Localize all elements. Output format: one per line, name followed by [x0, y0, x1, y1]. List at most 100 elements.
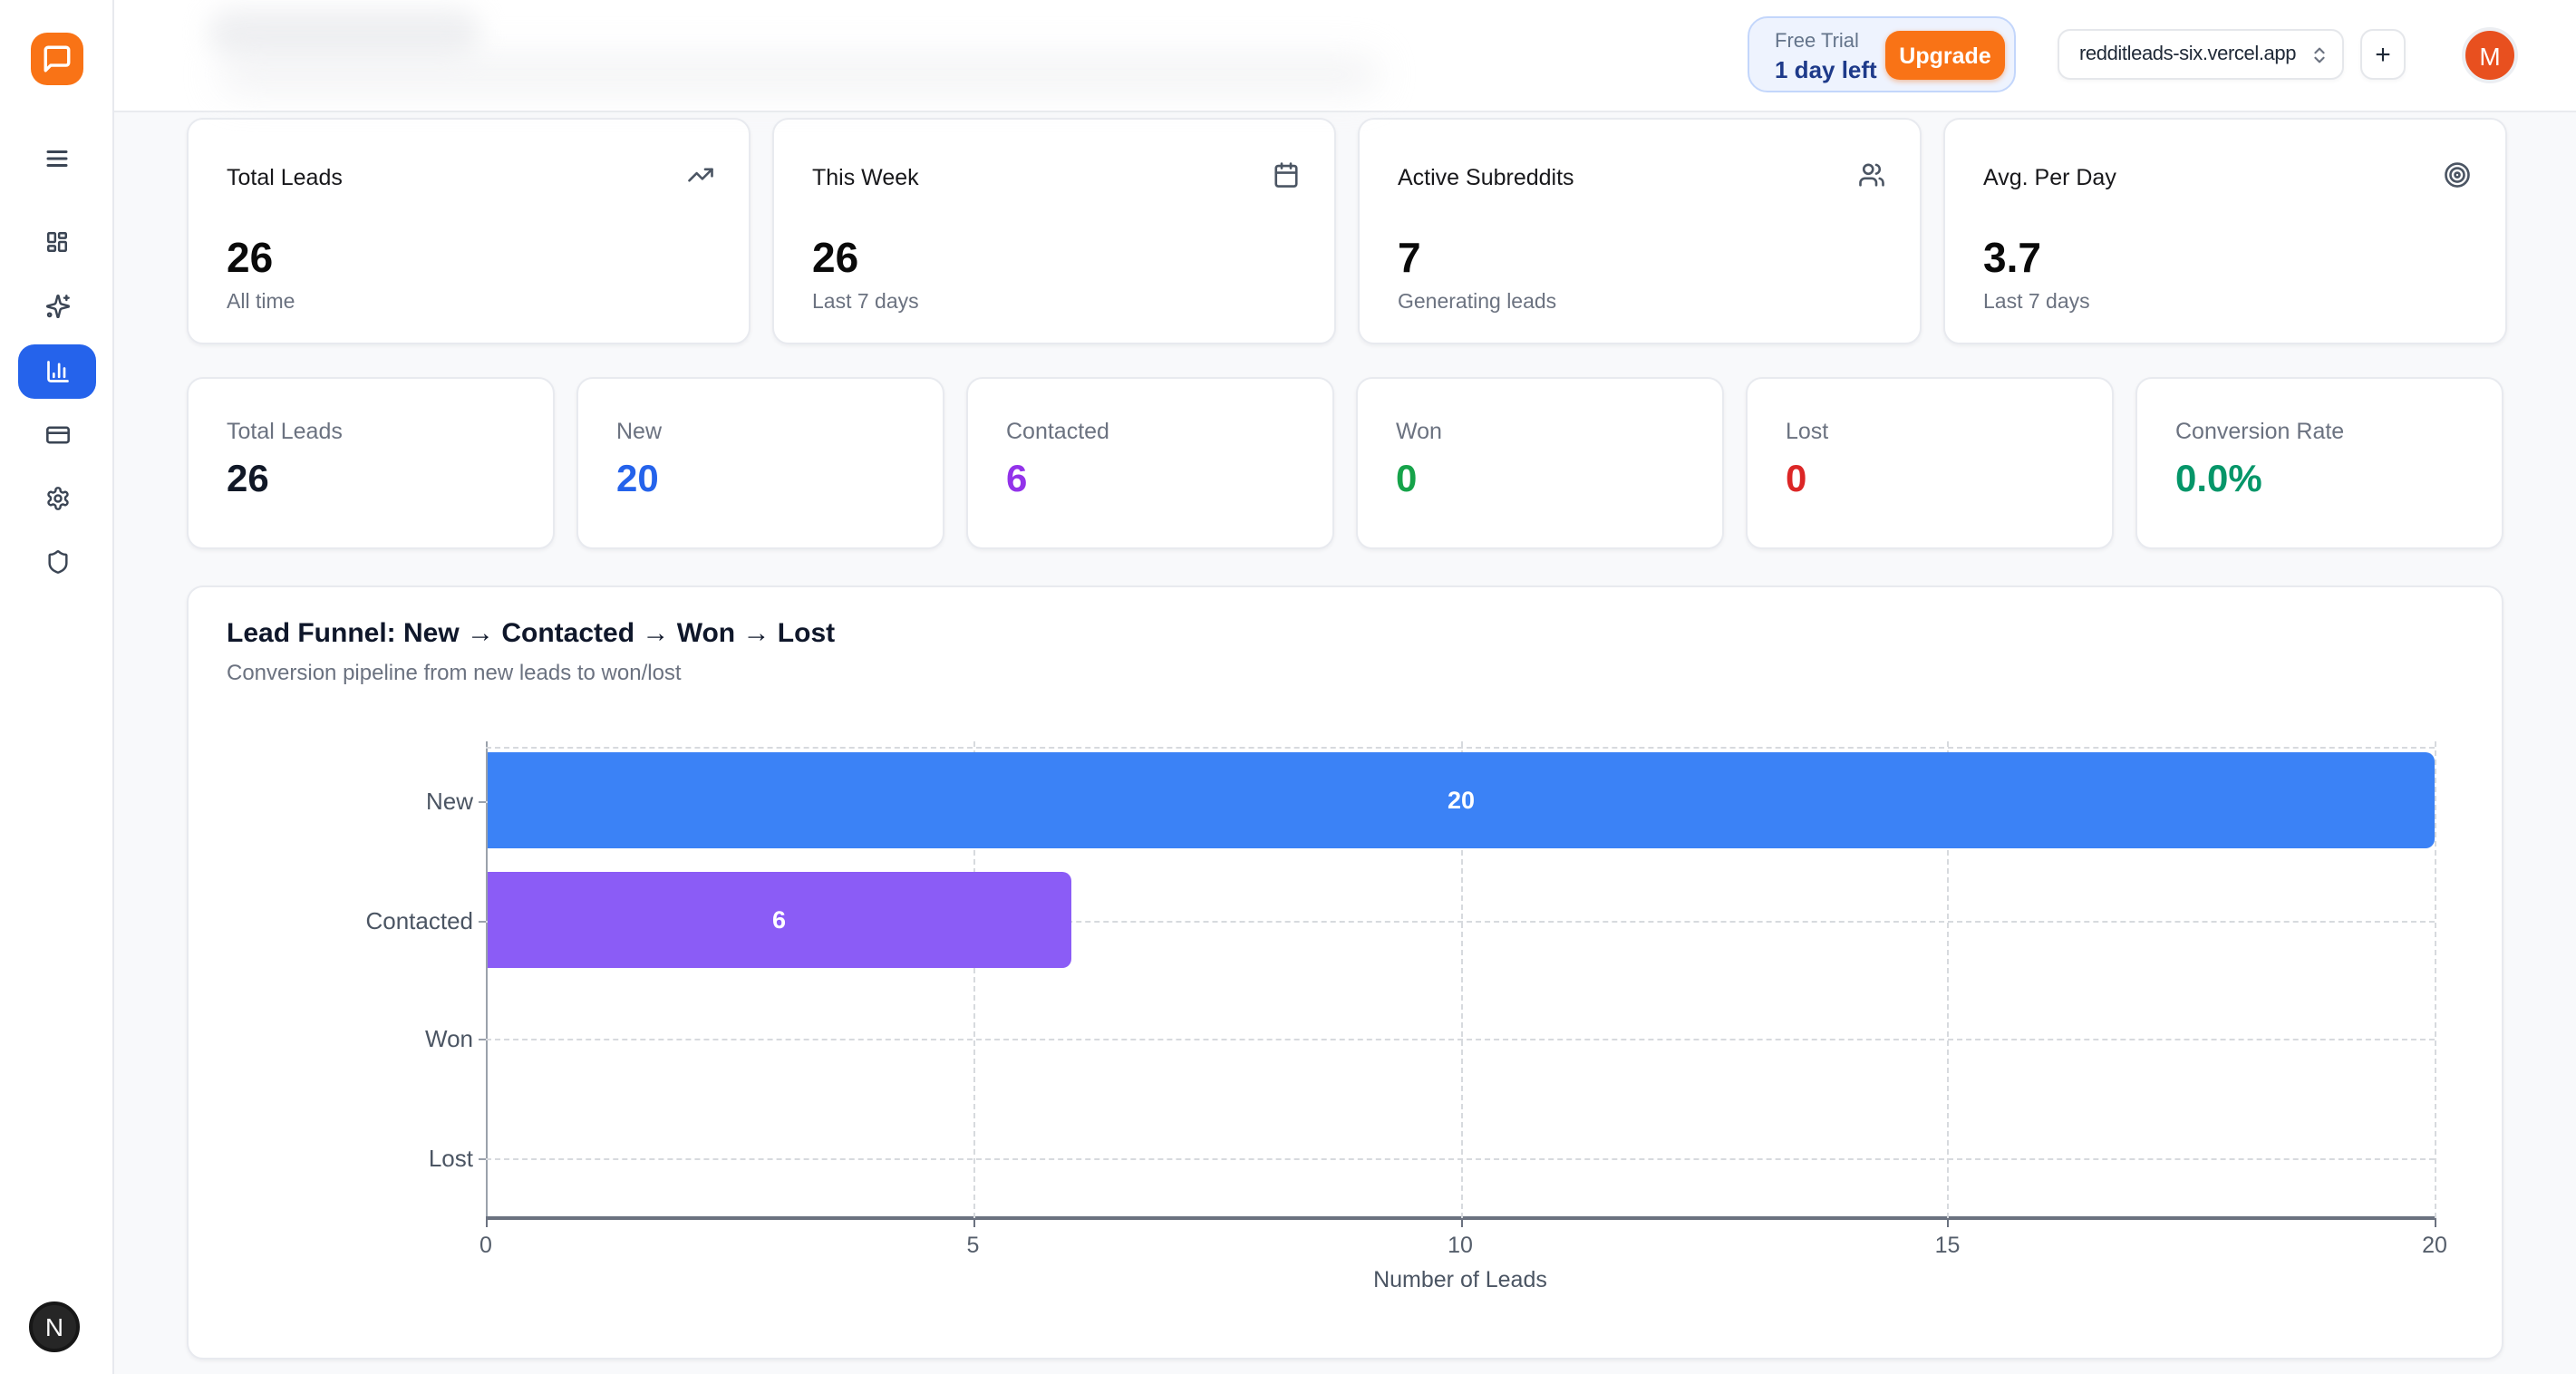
redacted-page-subtitle: [219, 56, 1380, 92]
x-axis-title: Number of Leads: [486, 1267, 2435, 1292]
mini-label: Won: [1396, 419, 1442, 444]
sidebar-item-leads[interactable]: [18, 279, 96, 334]
hamburger-icon: [44, 144, 71, 171]
mini-card-lost: Lost 0: [1746, 377, 2114, 549]
x-axis-tick-label: 0: [479, 1233, 492, 1258]
stat-value: 7: [1398, 234, 1421, 283]
message-square-icon: [42, 44, 73, 74]
pipeline-stats-row: Total Leads 26 New 20 Contacted 6 Won 0 …: [187, 377, 2503, 549]
sidebar-menu-toggle[interactable]: [18, 131, 96, 185]
mini-label: Contacted: [1006, 419, 1109, 444]
funnel-bar-new: 20: [488, 753, 2435, 849]
y-axis-label-new: New: [426, 788, 473, 815]
mini-value: 0: [1396, 459, 1417, 502]
redacted-page-title: [208, 9, 480, 56]
trial-banner: Free Trial 1 day left Upgrade: [1748, 16, 2016, 92]
y-axis-label-lost: Lost: [429, 1145, 473, 1172]
calendar-icon: [1273, 161, 1300, 189]
dev-badge-letter: N: [45, 1312, 63, 1341]
sidebar: N: [0, 0, 114, 1374]
project-name: redditleads-six.vercel.app: [2079, 44, 2310, 65]
users-icon: [1858, 161, 1885, 189]
app-logo[interactable]: [31, 33, 83, 85]
stat-title: This Week: [812, 165, 919, 190]
primary-stats-row: Total Leads 26 All time This Week 26 Las…: [187, 118, 2507, 344]
x-axis-tick-label: 10: [1448, 1233, 1473, 1258]
stat-card-avg-per-day: Avg. Per Day 3.7 Last 7 days: [1943, 118, 2507, 344]
mini-label: Lost: [1786, 419, 1828, 444]
bar-value-label: 6: [772, 906, 786, 934]
app-screen: N Free Trial 1 day left Upgrade redditle…: [0, 0, 2576, 1374]
sidebar-item-settings[interactable]: [18, 471, 96, 526]
mini-value: 6: [1006, 459, 1027, 502]
y-axis-label-contacted: Contacted: [365, 906, 473, 934]
stat-value: 26: [812, 234, 858, 283]
y-axis-tick: [479, 1040, 486, 1041]
y-axis-tick: [479, 801, 486, 803]
top-header: Free Trial 1 day left Upgrade redditlead…: [114, 0, 2576, 112]
stat-caption: Generating leads: [1398, 292, 1556, 314]
stat-title: Active Subreddits: [1398, 165, 1574, 190]
funnel-bar-contacted: 6: [488, 872, 1070, 968]
x-axis-tick: [1948, 1220, 1950, 1227]
project-selector[interactable]: redditleads-six.vercel.app: [2058, 29, 2344, 80]
shield-icon: [44, 549, 70, 575]
mini-label: New: [616, 419, 662, 444]
user-avatar[interactable]: M: [2462, 27, 2518, 83]
avatar-initial: M: [2479, 41, 2500, 70]
chart-plot: Number of Leads NewContactedWonLost05101…: [486, 741, 2435, 1218]
x-axis-tick: [2435, 1220, 2436, 1227]
stat-title: Total Leads: [227, 165, 343, 190]
stat-card-active-subreddits: Active Subreddits 7 Generating leads: [1358, 118, 1922, 344]
chevrons-up-down-icon: [2310, 44, 2329, 64]
y-axis-tick: [479, 1158, 486, 1160]
chart-title: Lead Funnel: New → Contacted → Won → Los…: [227, 618, 835, 649]
x-axis-tick: [973, 1220, 975, 1227]
x-axis-tick-label: 20: [2422, 1233, 2447, 1258]
mini-label: Total Leads: [227, 419, 343, 444]
mini-value: 20: [616, 459, 659, 502]
trial-label: Free Trial: [1775, 31, 1859, 53]
stat-card-this-week: This Week 26 Last 7 days: [772, 118, 1336, 344]
bar-value-label: 20: [1448, 788, 1475, 815]
sidebar-item-billing[interactable]: [18, 408, 96, 462]
lead-funnel-card: Lead Funnel: New → Contacted → Won → Los…: [187, 585, 2503, 1359]
nextjs-dev-badge[interactable]: N: [29, 1301, 80, 1352]
bar-chart-icon: [44, 359, 70, 384]
gear-icon: [44, 486, 70, 511]
v-gridline: [2435, 741, 2436, 1218]
mini-value: 26: [227, 459, 269, 502]
mini-value: 0.0%: [2175, 459, 2262, 502]
sparkles-icon: [44, 294, 70, 319]
main-content: Total Leads 26 All time This Week 26 Las…: [114, 112, 2576, 1374]
stat-value: 3.7: [1983, 234, 2041, 283]
stat-caption: Last 7 days: [812, 292, 919, 314]
stat-caption: Last 7 days: [1983, 292, 2090, 314]
x-axis-tick-label: 15: [1935, 1233, 1961, 1258]
trial-days-left: 1 day left: [1775, 56, 1877, 83]
mini-card-won: Won 0: [1356, 377, 1724, 549]
mini-card-new: New 20: [576, 377, 944, 549]
mini-value: 0: [1786, 459, 1806, 502]
sidebar-item-security[interactable]: [18, 535, 96, 589]
x-axis-tick: [1460, 1220, 1462, 1227]
sidebar-item-dashboard[interactable]: [18, 214, 96, 268]
chart-subtitle: Conversion pipeline from new leads to wo…: [227, 660, 682, 685]
mini-card-conversion-rate: Conversion Rate 0.0%: [2135, 377, 2503, 549]
mini-label: Conversion Rate: [2175, 419, 2344, 444]
mini-card-total-leads: Total Leads 26: [187, 377, 555, 549]
mini-card-contacted: Contacted 6: [966, 377, 1334, 549]
x-axis-tick-label: 5: [967, 1233, 980, 1258]
stat-title: Avg. Per Day: [1983, 165, 2116, 190]
upgrade-button[interactable]: Upgrade: [1885, 31, 2005, 80]
y-axis-label-won: Won: [425, 1026, 473, 1053]
add-project-button[interactable]: +: [2360, 29, 2406, 80]
stat-value: 26: [227, 234, 273, 283]
credit-card-icon: [44, 422, 70, 448]
layout-dashboard-icon: [45, 229, 69, 253]
sidebar-item-analytics[interactable]: [18, 344, 96, 399]
stat-card-total-leads: Total Leads 26 All time: [187, 118, 751, 344]
trending-up-icon: [687, 161, 714, 189]
stat-caption: All time: [227, 292, 295, 314]
x-axis-tick: [486, 1220, 488, 1227]
